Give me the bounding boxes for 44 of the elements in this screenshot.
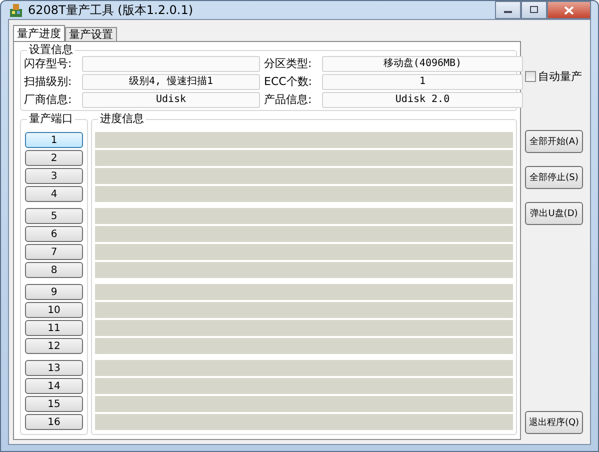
field-label: 厂商信息: — [24, 92, 73, 108]
field-label: 闪存型号: — [24, 56, 73, 72]
port-button[interactable]: 10 — [25, 302, 83, 318]
group-title: 量产端口 — [27, 112, 75, 126]
value-field: Udisk 2.0 — [322, 92, 523, 108]
group-title: 进度信息 — [98, 112, 146, 126]
maximize-icon — [529, 6, 539, 14]
field-label: ECC个数: — [264, 74, 314, 90]
port-button[interactable]: 3 — [25, 168, 83, 184]
value-field: 1 — [322, 74, 523, 90]
close-icon — [564, 6, 574, 14]
exit-button[interactable]: 退出程序(Q) — [525, 411, 583, 434]
action-button[interactable]: 全部停止(S) — [525, 166, 583, 189]
window-title: 6208T量产工具 (版本1.2.0.1) — [28, 2, 194, 18]
group-title: 设置信息 — [27, 43, 75, 57]
port-button[interactable]: 6 — [25, 226, 83, 242]
port-button[interactable]: 5 — [25, 208, 83, 224]
port-button[interactable]: 16 — [25, 414, 83, 430]
port-button[interactable]: 15 — [25, 396, 83, 412]
action-button[interactable]: 弹出U盘(D) — [525, 202, 583, 225]
value-field: 级别4, 慢速扫描1 — [82, 74, 260, 90]
port-button[interactable]: 11 — [25, 320, 83, 336]
app-icon — [8, 2, 24, 18]
port-button[interactable]: 8 — [25, 262, 83, 278]
port-button[interactable]: 14 — [25, 378, 83, 394]
field-label: 分区类型: — [264, 56, 313, 72]
port-button[interactable]: 4 — [25, 186, 83, 202]
port-button[interactable]: 7 — [25, 244, 83, 260]
tab[interactable]: 量产进度 — [13, 25, 65, 41]
field-label: 产品信息: — [264, 92, 313, 108]
auto-production-checkbox[interactable]: 自动量产 — [525, 69, 586, 84]
port-button[interactable]: 2 — [25, 150, 83, 166]
value-field: Udisk — [82, 92, 260, 108]
action-button[interactable]: 全部开始(A) — [525, 130, 583, 153]
close-button[interactable] — [547, 1, 591, 19]
minimize-button[interactable] — [495, 1, 521, 19]
tab[interactable]: 量产设置 — [65, 27, 117, 41]
value-field: 移动盘(4096MB) — [322, 56, 523, 72]
port-button[interactable]: 12 — [25, 338, 83, 354]
maximize-button[interactable] — [521, 1, 547, 19]
field-label: 扫描级别: — [24, 74, 73, 90]
port-button[interactable]: 1 — [25, 132, 83, 148]
port-button[interactable]: 13 — [25, 360, 83, 376]
port-button[interactable]: 9 — [25, 284, 83, 300]
